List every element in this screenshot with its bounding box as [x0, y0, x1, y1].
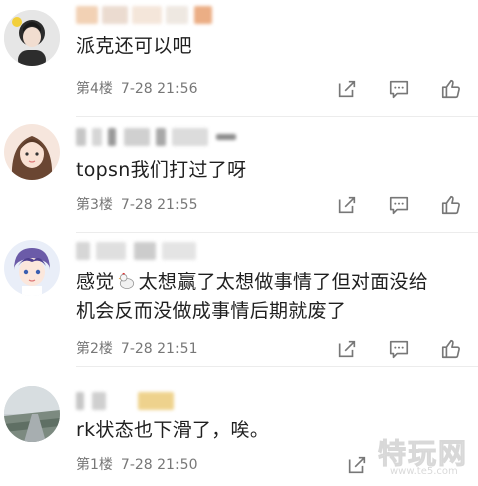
- emoji-chicken-icon: [118, 272, 134, 289]
- comment-text: 派克还可以吧: [76, 35, 192, 57]
- divider: [76, 232, 478, 233]
- floor-number: 第3楼: [76, 197, 113, 213]
- site-watermark: 特玩网 www.te5.com: [360, 430, 470, 480]
- avatar[interactable]: [4, 240, 60, 296]
- comment-text: topsn我们打过了呀: [76, 159, 247, 181]
- comment-item-floor-3: topsn我们打过了呀 第3楼 7-28 21:55: [0, 120, 478, 238]
- divider: [76, 116, 478, 117]
- avatar-image: [4, 386, 60, 442]
- avatar[interactable]: [4, 386, 60, 442]
- username-blurred[interactable]: [76, 392, 196, 414]
- floor-number: 第4楼: [76, 81, 113, 97]
- divider: [76, 366, 478, 367]
- share-button[interactable]: [334, 192, 360, 218]
- floor-number: 第1楼: [76, 457, 113, 473]
- reply-icon: [389, 196, 409, 215]
- reply-button[interactable]: [386, 76, 412, 102]
- comment-item-floor-2: 感觉 太想赢了太想做事情了但对面没给 机会反而没做成事情后期就废了 第2楼 7-28…: [0, 238, 478, 368]
- like-button[interactable]: [438, 192, 464, 218]
- comment-meta: 第1楼 7-28 21:50: [76, 456, 198, 474]
- reply-icon: [389, 80, 409, 99]
- timestamp: 7-28 21:51: [120, 341, 198, 357]
- comment-item-floor-4: 派克还可以吧 第4楼 7-28 21:56: [0, 0, 478, 120]
- like-icon: [441, 339, 460, 359]
- share-button[interactable]: [334, 336, 360, 362]
- comment-actions: [334, 336, 464, 362]
- comment-meta: 第2楼 7-28 21:51: [76, 340, 198, 358]
- comment-text-part: 感觉: [76, 271, 115, 293]
- comment-actions: [334, 192, 464, 218]
- timestamp: 7-28 21:50: [120, 457, 198, 473]
- comment-actions: [334, 76, 464, 102]
- floor-number: 第2楼: [76, 341, 113, 357]
- username-blurred[interactable]: [76, 242, 216, 264]
- comment-text-part: 太想赢了太想做事情了但对面没给: [138, 271, 429, 293]
- comment-text: 感觉 太想赢了太想做事情了但对面没给 机会反而没做成事情后期就废了: [76, 268, 471, 326]
- like-button[interactable]: [438, 336, 464, 362]
- share-icon: [338, 80, 356, 98]
- timestamp: 7-28 21:56: [120, 81, 198, 97]
- comment-meta: 第4楼 7-28 21:56: [76, 80, 198, 98]
- share-icon: [338, 196, 356, 214]
- comment-meta: 第3楼 7-28 21:55: [76, 196, 198, 214]
- like-icon: [441, 195, 460, 215]
- avatar-image: [4, 10, 60, 66]
- reply-button[interactable]: [386, 336, 412, 362]
- avatar-image: [4, 240, 60, 296]
- watermark-url: www.te5.com: [390, 466, 458, 477]
- share-icon: [338, 340, 356, 358]
- avatar[interactable]: [4, 124, 60, 180]
- comment-text-part: 机会反而没做成事情后期就废了: [76, 300, 347, 322]
- reply-button[interactable]: [386, 192, 412, 218]
- share-button[interactable]: [334, 76, 360, 102]
- reply-icon: [389, 340, 409, 359]
- timestamp: 7-28 21:55: [120, 197, 198, 213]
- like-icon: [441, 79, 460, 99]
- avatar-image: [4, 124, 60, 180]
- username-blurred[interactable]: [76, 128, 246, 150]
- username-blurred[interactable]: [76, 6, 236, 28]
- avatar[interactable]: [4, 10, 60, 66]
- like-button[interactable]: [438, 76, 464, 102]
